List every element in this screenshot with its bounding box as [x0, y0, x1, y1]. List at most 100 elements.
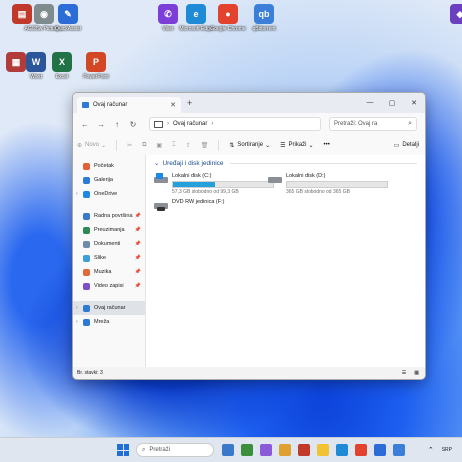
details-button[interactable]: ▭ Detalji: [394, 142, 419, 149]
start-icon[interactable]: [117, 444, 129, 456]
taskbar-search[interactable]: ⌕ Pretraži: [136, 443, 214, 457]
folder-icon: [83, 254, 90, 262]
shortcut-label: PowerPoint: [83, 74, 109, 80]
app-icon: ✆: [158, 4, 178, 24]
minimize-button[interactable]: —: [359, 99, 381, 107]
delete-icon[interactable]: 🗑: [201, 142, 209, 149]
chevron-down-icon: ⌄: [308, 142, 314, 149]
sidebar-item-label: Video zapisi: [94, 283, 124, 289]
taskbar-app-icon[interactable]: [393, 444, 405, 456]
chevron-down-icon: ⌄: [265, 142, 271, 149]
sidebar-item[interactable]: Galerija: [73, 173, 145, 187]
chevron-right-icon[interactable]: ›: [76, 319, 78, 325]
app-icon: ●: [218, 4, 238, 24]
sidebar-item-label: OneDrive: [94, 191, 118, 197]
capacity-bar: [172, 181, 274, 188]
desktop-shortcut[interactable]: P PowerPoint: [76, 52, 116, 80]
status-bar: Br. stavki: 3 ☰ ▦: [73, 367, 425, 379]
chevron-down-icon: ⌄: [154, 160, 160, 167]
taskbar-app-icon[interactable]: [222, 444, 234, 456]
more-button[interactable]: •••: [324, 142, 330, 148]
address-text: Ovaj računar: [173, 121, 208, 127]
sidebar-item-label: Muzika: [94, 269, 112, 275]
close-tab-icon[interactable]: ✕: [170, 101, 176, 109]
sidebar-item-label: Početak: [94, 163, 114, 169]
sidebar-item[interactable]: Preuzimanja 📌: [73, 223, 145, 237]
app-icon: ◆: [450, 4, 462, 24]
pin-icon: 📌: [134, 213, 141, 219]
forward-arrow-icon[interactable]: →: [93, 120, 109, 129]
cut-icon[interactable]: ✂: [127, 142, 132, 149]
rename-icon[interactable]: ⌶: [172, 142, 176, 149]
group-header[interactable]: ⌄ Uređaji i disk jedinice: [154, 159, 417, 167]
back-arrow-icon[interactable]: ←: [77, 120, 93, 129]
maximize-button[interactable]: ▢: [381, 99, 403, 107]
chevron-right-icon[interactable]: ›: [76, 305, 78, 311]
pin-icon: 📌: [134, 255, 141, 261]
sidebar-item[interactable]: Video zapisi 📌: [73, 279, 145, 293]
chevron-up-icon[interactable]: ⌃: [428, 446, 434, 454]
taskbar-search-label: Pretraži: [149, 447, 171, 453]
sidebar-item[interactable]: › OneDrive: [73, 187, 145, 201]
address-field[interactable]: › Ovaj računar ›: [149, 117, 321, 131]
chevron-right-icon[interactable]: ›: [76, 191, 78, 197]
close-button[interactable]: ✕: [403, 99, 425, 107]
sidebar-item[interactable]: Početak: [73, 159, 145, 173]
new-button[interactable]: ⊕ Novo ⌄: [77, 142, 106, 149]
folder-icon: [83, 176, 90, 184]
tab-ovaj-racunar[interactable]: Ovaj računar ✕: [77, 97, 181, 113]
share-icon[interactable]: ⇪: [186, 142, 191, 149]
capacity-fill: [173, 182, 215, 187]
drive-item[interactable]: DVD RW jedinica (F:): [154, 199, 224, 211]
taskbar-app-icon[interactable]: [374, 444, 386, 456]
sidebar-item[interactable]: Radna površina 📌: [73, 209, 145, 223]
folder-icon: [83, 162, 90, 170]
file-explorer-window: Ovaj računar ✕ + — ▢ ✕ ← → ↑ ↻ › Ovaj ra…: [72, 92, 426, 380]
command-bar: ⊕ Novo ⌄ ✂ ⧉ ▣ ⌶ ⇪ 🗑 ⇅ Sortiranje ⌄ ☰ Prikaži…: [73, 135, 425, 156]
app-icon: X: [52, 52, 72, 72]
paste-icon[interactable]: ▣: [156, 142, 162, 149]
sidebar-item[interactable]: Slike 📌: [73, 251, 145, 265]
sidebar-item[interactable]: › Mreža: [73, 315, 145, 329]
sidebar-item-label: Radna površina: [94, 213, 133, 219]
drive-item[interactable]: Lokalni disk (D:) 365 GB slobodno od 365 …: [268, 173, 388, 195]
drive-item[interactable]: Lokalni disk (C:) 57,3 GB slobodno od 99,…: [154, 173, 274, 195]
view-button[interactable]: ☰ Prikaži ⌄: [280, 142, 313, 149]
search-placeholder: Pretraži: Ovaj ra: [334, 121, 378, 127]
language-indicator[interactable]: SRP: [442, 447, 452, 453]
desktop-shortcut[interactable]: qb qBittorrent: [244, 4, 284, 32]
taskbar-app-icon[interactable]: [260, 444, 272, 456]
details-view-icon[interactable]: ☰: [402, 370, 406, 376]
app-icon: P: [86, 52, 106, 72]
folder-icon: [83, 318, 90, 326]
taskbar-app-icon[interactable]: [336, 444, 348, 456]
desktop-shortcut[interactable]: ◆: [440, 4, 462, 26]
folder-icon: [83, 304, 90, 312]
up-arrow-icon[interactable]: ↑: [109, 120, 125, 129]
tiles-view-icon[interactable]: ▦: [414, 370, 419, 376]
sidebar-item[interactable]: Muzika 📌: [73, 265, 145, 279]
desktop-shortcut[interactable]: ● Google Chrome: [208, 4, 248, 32]
taskbar-app-icon[interactable]: [317, 444, 329, 456]
desktop-shortcut[interactable]: ✎ QuickAssist: [48, 4, 88, 32]
taskbar-app-icon[interactable]: [298, 444, 310, 456]
shortcut-label: Google Chrome: [210, 26, 246, 32]
details-icon: ▭: [393, 142, 400, 149]
taskbar-app-icon[interactable]: [355, 444, 367, 456]
shortcut-label: qBittorrent: [252, 26, 276, 32]
plus-icon: ⊕: [77, 142, 83, 149]
sidebar-item-label: Dokumenti: [94, 241, 121, 247]
drive-name: Lokalni disk (D:): [286, 173, 326, 179]
new-tab-button[interactable]: +: [187, 98, 192, 108]
sidebar-item[interactable]: Dokumenti 📌: [73, 237, 145, 251]
app-icon: e: [186, 4, 206, 24]
sort-button[interactable]: ⇅ Sortiranje ⌄: [229, 142, 270, 149]
copy-icon[interactable]: ⧉: [142, 142, 146, 149]
refresh-icon[interactable]: ↻: [125, 120, 141, 129]
taskbar-app-icon[interactable]: [241, 444, 253, 456]
taskbar-app-icon[interactable]: [279, 444, 291, 456]
sidebar-item[interactable]: › Ovaj računar: [73, 301, 145, 315]
search-input[interactable]: Pretraži: Ovaj ra ⌕: [329, 117, 417, 131]
